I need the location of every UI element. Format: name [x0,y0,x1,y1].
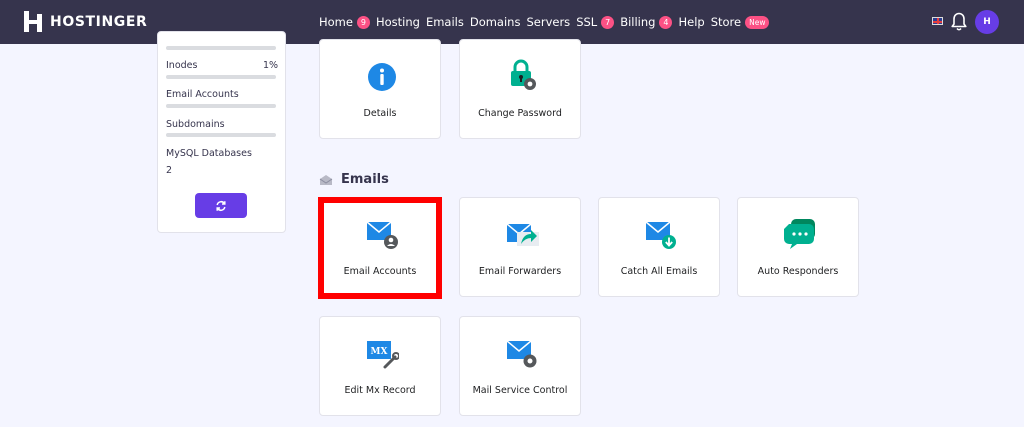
email-account-icon [366,221,398,249]
tile-edit-mx-record-label: Edit Mx Record [344,385,416,396]
hostinger-logo-icon [24,11,42,32]
tile-email-accounts-label: Email Accounts [343,266,417,277]
svg-text:MX: MX [371,347,388,357]
tile-details-label: Details [363,108,397,119]
nav-servers-label: Servers [526,15,571,29]
email-accounts-label: Email Accounts [166,89,239,100]
nav-store-badge: New [745,15,770,29]
brand-name: HOSTINGER [50,13,148,30]
tile-catch-all-emails-label: Catch All Emails [620,266,698,277]
email-download-icon [645,221,676,249]
nav-domains[interactable]: Domains [470,15,521,29]
tile-email-forwarders[interactable]: Email Forwarders [459,197,581,297]
refresh-icon [216,200,226,211]
emails-section-title: Emails [341,172,389,187]
envelope-open-icon [319,174,333,185]
tile-mail-service-control[interactable]: Mail Service Control [459,316,581,416]
mx-wrench-icon: MX [367,341,399,369]
nav-home[interactable]: Home 9 [319,15,370,29]
nav-domains-label: Domains [469,15,521,29]
nav-emails[interactable]: Emails [426,15,464,29]
nav-home-label: Home [319,15,353,29]
nav-servers[interactable]: Servers [526,15,570,29]
refresh-button[interactable] [195,193,247,218]
nav-ssl-badge: 7 [601,15,615,29]
nav-ssl[interactable]: SSL 7 [576,15,615,29]
notification-bell-icon[interactable] [951,12,967,32]
mail-gear-icon [506,340,537,368]
nav-store-label: Store [710,15,742,29]
nav-help-label: Help [678,15,705,29]
email-forward-icon [506,223,539,246]
nav-ssl-label: SSL [576,15,598,29]
subdomains-label: Subdomains [166,119,225,130]
main-nav: Home 9 Hosting Emails Domains Servers SSL… [319,0,775,44]
nav-emails-label: Emails [425,15,464,29]
tile-catch-all-emails[interactable]: Catch All Emails [598,197,720,297]
hostinger-logo[interactable]: HOSTINGER [24,11,147,32]
tile-mail-service-control-label: Mail Service Control [472,385,568,396]
tile-details[interactable]: Details [319,39,441,139]
language-flag-icon[interactable] [932,17,943,25]
nav-hosting-label: Hosting [375,15,420,29]
tile-edit-mx-record[interactable]: MX Edit Mx Record [319,316,441,416]
top-navbar: HOSTINGER Home 9 Hosting Emails Domains S… [0,0,1024,44]
tile-change-password[interactable]: Change Password [459,39,581,139]
tile-email-accounts[interactable]: Email Accounts [319,197,441,297]
nav-help[interactable]: Help [678,15,704,29]
nav-store[interactable]: Store New [711,15,770,29]
usage-bar-top [166,46,276,50]
nav-hosting[interactable]: Hosting [376,15,420,29]
nav-billing-label: Billing [620,15,656,29]
mysql-label: MySQL Databases [166,148,252,159]
tile-auto-responders-label: Auto Responders [757,266,839,277]
nav-billing-badge: 4 [659,15,673,29]
tile-email-forwarders-label: Email Forwarders [478,266,562,277]
inodes-bar [166,75,276,79]
lock-gear-icon [511,59,536,90]
info-icon [368,63,396,91]
tile-auto-responders[interactable]: Auto Responders [737,197,859,297]
chat-bubble-icon [784,219,815,249]
tile-change-password-label: Change Password [478,108,562,119]
inodes-value: 1% [263,60,279,71]
subdomains-bar [166,133,276,137]
email-accounts-bar [166,104,276,108]
avatar-initial: H [983,17,991,27]
user-avatar[interactable]: H [975,10,999,34]
emails-section-header: Emails [319,172,389,187]
nav-home-badge: 9 [356,15,370,29]
inodes-label: Inodes [166,60,198,71]
nav-billing[interactable]: Billing 4 [620,15,673,29]
mysql-value: 2 [166,165,173,176]
